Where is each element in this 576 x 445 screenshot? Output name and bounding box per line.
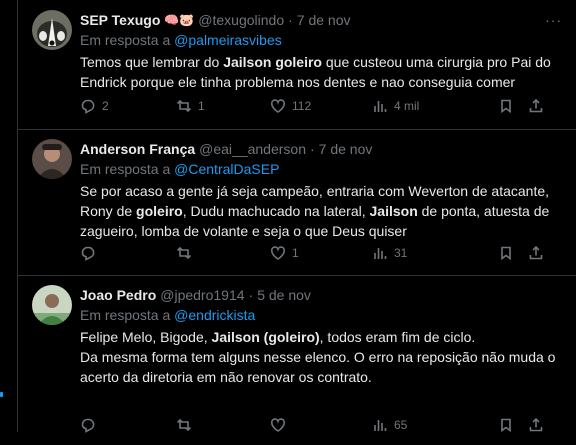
like-button[interactable] (270, 417, 292, 433)
display-name[interactable]: Anderson França (80, 139, 195, 159)
views-button[interactable]: 31 (372, 245, 407, 261)
tweet-actions: 2 1 112 4 mil (80, 96, 562, 116)
text-run-bold: Jailson goleiro (223, 54, 322, 70)
tweet[interactable]: SEP Texugo 🧠🐷 @texugolindo · 7 de nov ··… (18, 0, 576, 130)
user-handle[interactable]: @texugolindo (198, 10, 284, 30)
bookmark-button[interactable] (498, 417, 514, 433)
share-icon (529, 245, 543, 260)
user-handle[interactable]: @eai__anderson (199, 139, 306, 159)
separator-dot: · (248, 287, 254, 303)
reply-prefix: Em resposta a (80, 307, 171, 323)
person-avatar-image (32, 139, 72, 179)
reply-icon (81, 418, 95, 433)
badger-avatar-image (32, 10, 72, 50)
views-icon (374, 248, 387, 259)
views-icon (374, 420, 387, 431)
more-options-icon[interactable]: ··· (545, 12, 562, 28)
views-button[interactable]: 65 (372, 417, 407, 433)
views-icon (374, 101, 387, 112)
retweet-button[interactable]: 1 (176, 98, 205, 114)
retweet-button[interactable] (176, 417, 198, 433)
tweet-actions: 65 (80, 415, 562, 435)
tweet[interactable]: Joao Pedro @jpedro1914 · 5 de nov Em res… (18, 275, 576, 445)
text-run: Temos que lembrar do (80, 54, 224, 70)
share-button[interactable] (528, 98, 544, 114)
like-button[interactable]: 112 (270, 98, 311, 114)
like-icon (270, 246, 286, 260)
reply-mention[interactable]: @CentralDaSEP (174, 161, 279, 177)
like-count: 1 (292, 246, 299, 260)
like-count: 112 (292, 99, 312, 113)
reply-button[interactable] (80, 245, 102, 261)
text-run-bold: goleiro (136, 203, 183, 219)
text-run-bold: Jailson (goleiro) (211, 329, 320, 345)
reply-context: Em resposta a @palmeirasvibes (80, 30, 562, 50)
text-paragraph: Da mesma forma tem alguns nesse elenco. … (80, 349, 556, 385)
views-count: 31 (394, 246, 408, 260)
display-name[interactable]: Joao Pedro (80, 285, 156, 305)
reply-context: Em resposta a @CentralDaSEP (80, 159, 562, 179)
views-button[interactable]: 4 mil (372, 98, 419, 114)
reply-count: 2 (102, 99, 109, 113)
separator-dot: · (288, 12, 293, 28)
retweet-icon (176, 418, 192, 432)
text-run: , todos eram fim de ciclo. (319, 329, 476, 345)
separator-dot: · (310, 141, 315, 157)
share-button[interactable] (528, 417, 544, 433)
share-button[interactable] (528, 245, 544, 261)
reply-mention[interactable]: @endrickista (174, 307, 255, 323)
bookmark-button[interactable] (498, 98, 514, 114)
like-button[interactable]: 1 (270, 245, 299, 261)
avatar[interactable] (32, 285, 72, 325)
reply-button[interactable] (80, 417, 102, 433)
name-emojis: 🧠🐷 (164, 13, 195, 27)
reply-icon (81, 99, 95, 114)
tweet-date[interactable]: 7 de nov (297, 10, 351, 30)
reply-prefix: Em resposta a (80, 32, 171, 48)
user-handle[interactable]: @jpedro1914 (160, 285, 244, 305)
like-icon (270, 99, 286, 113)
reply-button[interactable]: 2 (80, 98, 109, 114)
like-icon (270, 418, 286, 432)
retweet-button[interactable] (176, 245, 198, 261)
tweet-text: Se por acaso a gente já seja campeão, en… (80, 181, 562, 241)
tweet-header: Joao Pedro @jpedro1914 · 5 de nov (80, 285, 562, 305)
reply-prefix: Em resposta a (80, 161, 171, 177)
reply-icon (81, 246, 95, 261)
retweet-icon (176, 246, 192, 260)
retweet-count: 1 (198, 99, 205, 113)
person-avatar-image (32, 285, 72, 325)
text-run: Felipe Melo, Bigode, (80, 329, 212, 345)
text-run-bold: Jailson (369, 203, 418, 219)
scroll-indicator (0, 392, 3, 397)
share-icon (529, 417, 543, 432)
bookmark-icon (501, 99, 511, 114)
views-count: 65 (394, 418, 408, 432)
tweet-header: SEP Texugo 🧠🐷 @texugolindo · 7 de nov (80, 10, 562, 30)
reply-context: Em resposta a @endrickista (80, 305, 562, 325)
text-run: , Dudu machucado na lateral, (182, 203, 370, 219)
views-count: 4 mil (394, 99, 420, 113)
tweet-date[interactable]: 5 de nov (257, 285, 311, 305)
avatar[interactable] (32, 139, 72, 179)
tweet-header: Anderson França @eai__anderson · 7 de no… (80, 139, 562, 159)
tweet-text: Temos que lembrar do Jailson goleiro que… (80, 52, 562, 92)
bookmark-icon (501, 246, 511, 261)
share-icon (529, 98, 543, 113)
tweet-text: Felipe Melo, Bigode, Jailson (goleiro), … (80, 327, 562, 387)
tweet-actions: 1 31 (80, 243, 562, 263)
bookmark-button[interactable] (498, 245, 514, 261)
reply-mention[interactable]: @palmeirasvibes (174, 32, 282, 48)
reply-feed: SEP Texugo 🧠🐷 @texugolindo · 7 de nov ··… (18, 0, 576, 433)
tweet[interactable]: Anderson França @eai__anderson · 7 de no… (18, 129, 576, 276)
display-name[interactable]: SEP Texugo (80, 10, 160, 30)
retweet-icon (176, 99, 192, 113)
bookmark-icon (501, 418, 511, 433)
tweet-date[interactable]: 7 de nov (319, 139, 373, 159)
avatar[interactable] (32, 10, 72, 50)
